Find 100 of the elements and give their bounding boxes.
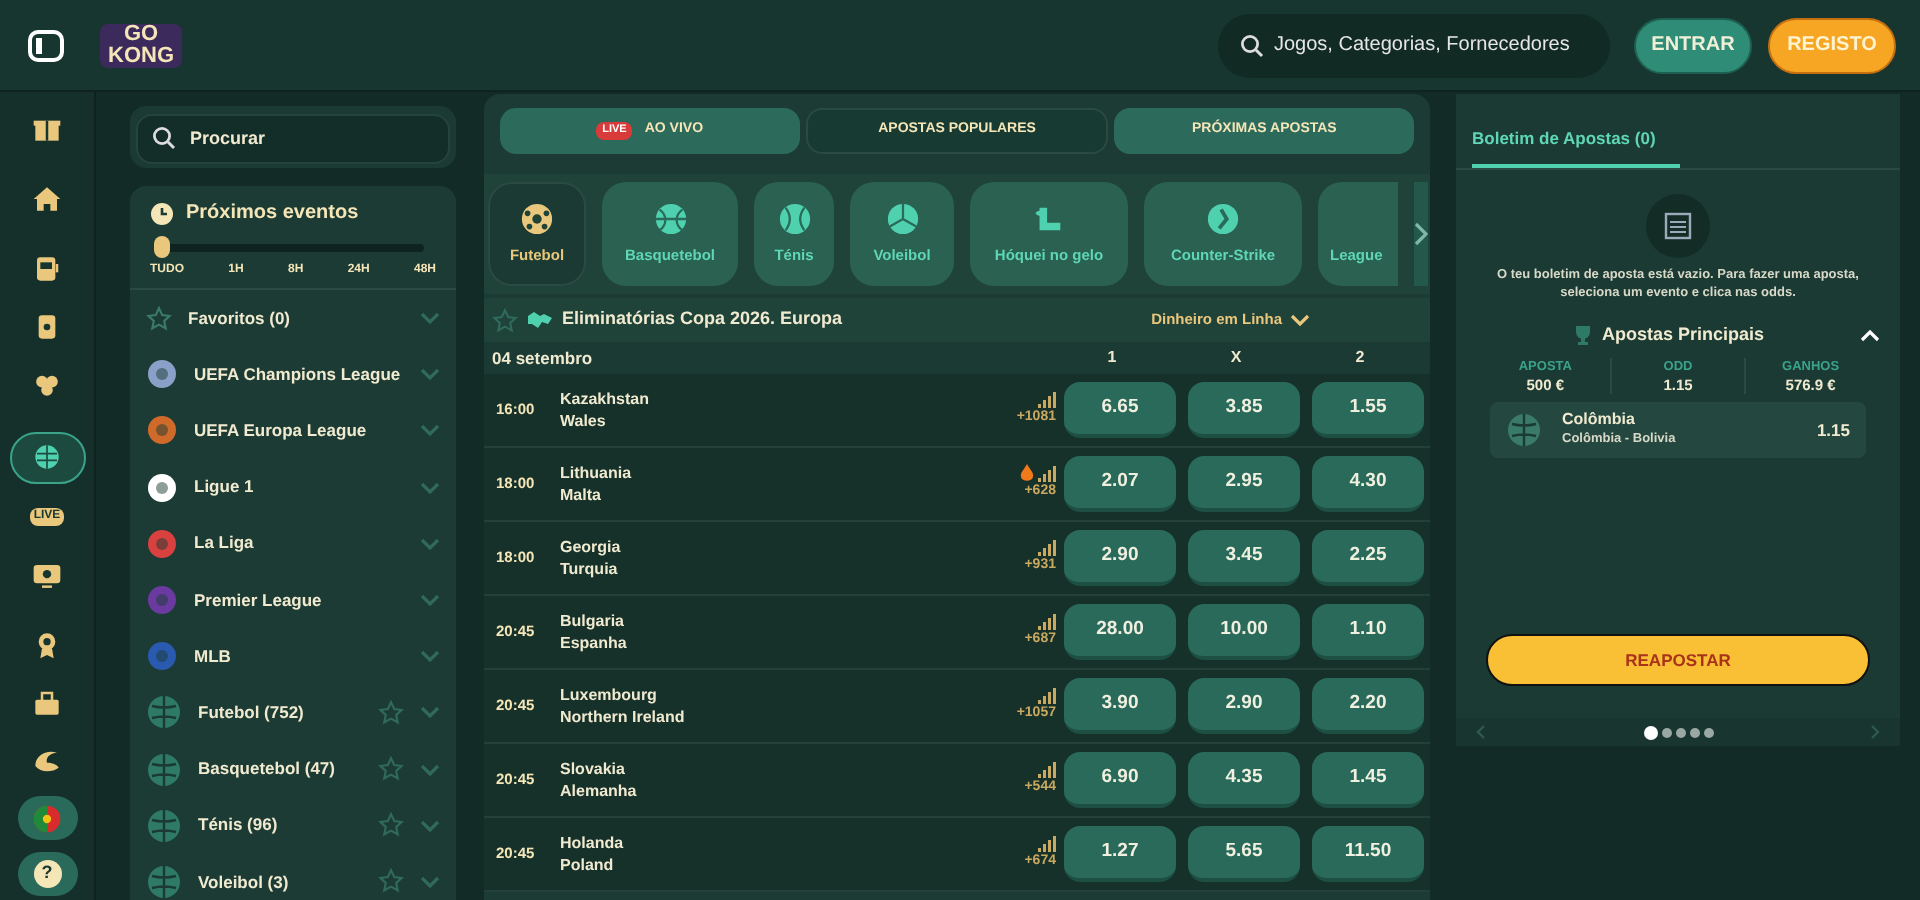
sidebar-item[interactable]: Premier League bbox=[130, 571, 456, 629]
odds-button[interactable]: 1.10 bbox=[1312, 604, 1424, 660]
chevron-up-icon bbox=[1860, 329, 1880, 341]
signal-bars-icon bbox=[1038, 687, 1056, 704]
basketball-icon bbox=[653, 201, 687, 236]
chevron-down-icon bbox=[420, 424, 440, 437]
sidebar-item[interactable]: Basquetebol (47) bbox=[130, 741, 456, 798]
sidebar-item[interactable]: Futebol (752) bbox=[130, 684, 456, 741]
date-label: 04 setembro bbox=[492, 345, 595, 371]
odds-button[interactable]: 3.85 bbox=[1188, 382, 1300, 438]
crescent-icon bbox=[32, 746, 62, 776]
team-name: Alemanha bbox=[560, 780, 639, 802]
signal-bars-icon bbox=[1038, 835, 1056, 852]
odds-button[interactable]: 28.00 bbox=[1064, 604, 1176, 660]
section-title: Apostas Principais bbox=[1601, 321, 1765, 348]
chevron-down-icon bbox=[420, 481, 440, 494]
ball-icon bbox=[32, 442, 62, 472]
column-header: 1 bbox=[1105, 346, 1119, 370]
flame-icon bbox=[1020, 464, 1034, 483]
chevron-down-icon bbox=[420, 763, 440, 776]
login-button[interactable]: ENTRAR bbox=[1634, 17, 1752, 73]
sidebar-item[interactable]: Voleibol (3) bbox=[130, 853, 456, 900]
odds-button[interactable]: 2.07 bbox=[1064, 456, 1176, 512]
odds-button[interactable]: 10.00 bbox=[1188, 604, 1300, 660]
document-icon bbox=[1664, 211, 1692, 240]
competition-title: Eliminatórias Copa 2026. Europa bbox=[562, 306, 845, 333]
chevron-down-icon bbox=[420, 537, 440, 550]
sidebar-item[interactable]: Ligue 1 bbox=[130, 459, 456, 516]
odds-button[interactable]: 2.20 bbox=[1312, 678, 1424, 734]
replay-button[interactable]: REAPOSTAR bbox=[1486, 634, 1870, 686]
search-icon bbox=[1240, 33, 1264, 57]
odds-button[interactable]: 2.25 bbox=[1312, 530, 1424, 586]
team-name: Espanha bbox=[560, 632, 629, 654]
star-icon bbox=[378, 812, 404, 839]
sidebar-toggle-icon bbox=[28, 29, 64, 61]
nav-button[interactable]: ? bbox=[17, 852, 77, 896]
signal-bars-icon bbox=[1038, 391, 1056, 408]
odds-button[interactable]: 6.90 bbox=[1064, 752, 1176, 808]
nav-button[interactable] bbox=[9, 431, 85, 483]
odds-button[interactable]: 4.35 bbox=[1188, 752, 1300, 808]
odds-button[interactable]: 1.55 bbox=[1312, 382, 1424, 438]
betslip-tab[interactable]: Boletim de Apostas (0) bbox=[1472, 126, 1680, 168]
team-name: Georgia bbox=[560, 536, 623, 558]
sidebar-item[interactable]: La Liga bbox=[130, 515, 456, 572]
clock-icon bbox=[150, 201, 174, 225]
star-icon bbox=[378, 756, 404, 783]
chevron-down-icon bbox=[1290, 314, 1310, 326]
chevron-down-icon bbox=[420, 650, 440, 663]
league-logo-icon bbox=[146, 358, 178, 391]
team-name: Turquia bbox=[560, 558, 620, 580]
selection-odd: 1.15 bbox=[1816, 417, 1850, 444]
odds-button[interactable]: 1.45 bbox=[1312, 752, 1424, 808]
odds-button[interactable]: 5.65 bbox=[1188, 826, 1300, 882]
sport-icon bbox=[146, 807, 182, 844]
football-icon bbox=[520, 201, 554, 236]
selection-name: Colômbia bbox=[1562, 410, 1637, 431]
chevron-down-icon bbox=[420, 706, 440, 719]
clover-icon bbox=[32, 370, 62, 400]
sidebar-item[interactable]: UEFA Europa League bbox=[130, 402, 456, 460]
sidebar-item[interactable]: UEFA Champions League bbox=[130, 346, 456, 403]
chevron-down-icon bbox=[420, 368, 440, 381]
search-field[interactable]: Jogos, Categorias, Fornecedores bbox=[1218, 13, 1610, 77]
world-map-icon bbox=[526, 310, 554, 330]
star-icon bbox=[378, 868, 404, 895]
sidebar-item[interactable]: Ténis (96) bbox=[130, 797, 456, 854]
volleyball-icon bbox=[885, 201, 919, 236]
team-name: Bulgaria bbox=[560, 610, 627, 632]
team-name: Poland bbox=[560, 854, 616, 876]
search-field[interactable]: Procurar bbox=[136, 113, 450, 163]
team-name: Slovakia bbox=[560, 758, 627, 780]
team-name: Lithuania bbox=[560, 462, 634, 484]
team-name: Wales bbox=[560, 410, 608, 432]
odds-button[interactable]: 1.27 bbox=[1064, 826, 1176, 882]
league-logo-icon bbox=[146, 527, 178, 560]
odds-button[interactable]: 3.45 bbox=[1188, 530, 1300, 586]
sidebar-item[interactable]: Favoritos (0) bbox=[130, 290, 456, 347]
signal-bars-icon bbox=[1038, 539, 1056, 556]
odds-button[interactable]: 2.90 bbox=[1188, 678, 1300, 734]
team-name: Holanda bbox=[560, 832, 626, 854]
tv-icon bbox=[32, 560, 62, 590]
chevron-down-icon bbox=[420, 819, 440, 832]
slot-machine-icon bbox=[32, 254, 62, 284]
odds-button[interactable]: 3.90 bbox=[1064, 678, 1176, 734]
section-title: Próximos eventos bbox=[186, 200, 359, 228]
star-icon bbox=[146, 305, 172, 332]
league-logo-icon bbox=[146, 414, 178, 447]
signal-bars-icon bbox=[1038, 761, 1056, 778]
signal-bars-icon bbox=[1038, 613, 1056, 630]
logo[interactable]: GO KONG bbox=[100, 23, 182, 67]
odds-button[interactable]: 4.30 bbox=[1312, 456, 1424, 512]
odds-button[interactable]: 11.50 bbox=[1312, 826, 1424, 882]
odds-button[interactable]: 2.95 bbox=[1188, 456, 1300, 512]
signal-bars-icon bbox=[1038, 466, 1056, 483]
chevron-down-icon bbox=[420, 312, 440, 325]
trophy-icon bbox=[1571, 324, 1594, 346]
odds-button[interactable]: 2.90 bbox=[1064, 530, 1176, 586]
sidebar-item[interactable]: MLB bbox=[130, 628, 456, 685]
nav-button[interactable] bbox=[17, 796, 77, 840]
odds-button[interactable]: 6.65 bbox=[1064, 382, 1176, 438]
star-icon bbox=[378, 699, 404, 726]
